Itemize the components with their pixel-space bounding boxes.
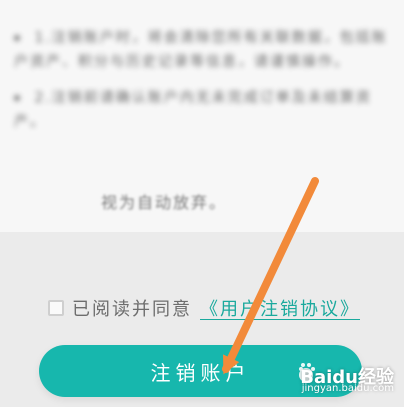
account-cancellation-screen: 1.注销账户时，将会清除您所有关联数据，包括账户资产、积分与历史记录等信息，请谨… bbox=[0, 0, 404, 407]
agreement-row: 已阅读并同意 《用户注销协议》 bbox=[48, 295, 360, 321]
baidu-jingyan-watermark: Baidu经验 jingyan.baidu.com bbox=[262, 363, 394, 399]
cancellation-agreement-link[interactable]: 《用户注销协议》 bbox=[200, 295, 360, 321]
blurred-paragraph-one-text: 1.注销账户时，将会清除您所有关联数据，包括账户资产、积分与历史记录等信息，请谨… bbox=[14, 30, 388, 70]
blurred-terms-text: 1.注销账户时，将会清除您所有关联数据，包括账户资产、积分与历史记录等信息，请谨… bbox=[14, 26, 389, 146]
blurred-paragraph-one: 1.注销账户时，将会清除您所有关联数据，包括账户资产、积分与历史记录等信息，请谨… bbox=[14, 26, 389, 74]
terms-content-card: 1.注销账户时，将会清除您所有关联数据，包括账户资产、积分与历史记录等信息，请谨… bbox=[0, 0, 404, 232]
blurred-paragraph-two-text: 2.注销前请确认账户内无未完成订单及未结算资产。 bbox=[14, 90, 372, 130]
blurred-paragraph-two: 2.注销前请确认账户内无未完成订单及未结算资产。 bbox=[14, 86, 389, 134]
agreement-checkbox[interactable] bbox=[48, 300, 64, 316]
bullet-point-icon bbox=[14, 95, 20, 101]
bullet-point-icon bbox=[14, 35, 20, 41]
watermark-sub-text: jingyan.baidu.com bbox=[301, 383, 394, 394]
auto-abandon-text: 视为自动放弃。 bbox=[101, 193, 228, 212]
agreement-label: 已阅读并同意 bbox=[72, 299, 192, 320]
